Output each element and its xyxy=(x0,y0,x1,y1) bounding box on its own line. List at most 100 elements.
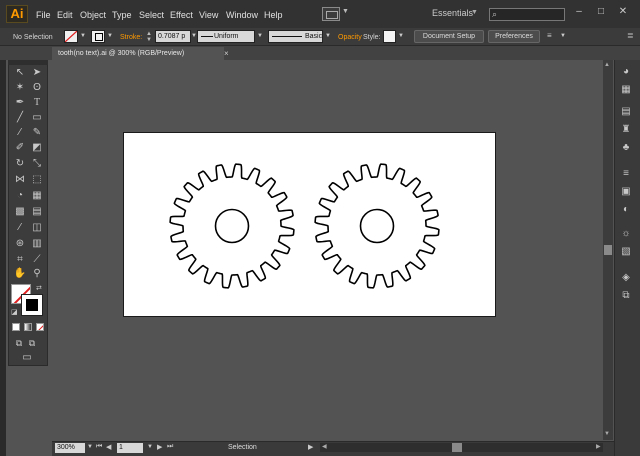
rectangle-tool-icon[interactable]: ▭ xyxy=(30,112,44,124)
opacity-label[interactable]: Opacity xyxy=(338,33,362,42)
artboard-tool-icon[interactable]: ⌗ xyxy=(13,254,27,266)
scroll-up-icon[interactable]: ▲ xyxy=(604,62,610,68)
minimize-button[interactable]: – xyxy=(572,6,586,18)
draw-normal-icon[interactable]: ⧉ xyxy=(12,337,26,349)
mesh-tool-icon[interactable]: ▩ xyxy=(13,206,27,218)
variable-width-profile-select[interactable]: Uniform xyxy=(197,30,255,43)
menu-object[interactable]: Object xyxy=(80,8,106,22)
brushes-panel-icon[interactable]: ♜ xyxy=(619,124,633,136)
workspace-switcher[interactable]: Essentials xyxy=(432,8,473,18)
last-artboard-icon[interactable]: ⏭ xyxy=(167,443,173,451)
scale-tool-icon[interactable]: ⤡ xyxy=(30,158,44,170)
hand-tool-icon[interactable]: ✋ xyxy=(13,268,27,280)
stroke-label[interactable]: Stroke: xyxy=(120,33,142,42)
column-graph-tool-icon[interactable]: ▥ xyxy=(30,238,44,250)
help-search-input[interactable] xyxy=(489,8,565,21)
color-panel-icon[interactable]: ◕ xyxy=(619,66,633,78)
arrange-documents-icon[interactable] xyxy=(322,7,340,21)
layers-panel-icon[interactable]: ◈ xyxy=(619,272,633,284)
stroke-weight-field[interactable]: 0.7087 p xyxy=(155,30,191,43)
chevron-down-icon[interactable]: ▼ xyxy=(325,33,331,39)
selection-tool-icon[interactable]: ↖ xyxy=(13,67,27,79)
symbols-panel-icon[interactable]: ♣ xyxy=(619,142,633,154)
blend-tool-icon[interactable]: ◫ xyxy=(30,222,44,234)
zoom-tool-icon[interactable]: ⚲ xyxy=(30,268,44,280)
fill-color-swatch[interactable] xyxy=(64,30,78,43)
menu-file[interactable]: File xyxy=(36,8,51,22)
previous-artboard-icon[interactable]: ◀ xyxy=(106,443,111,451)
appearance-panel-icon[interactable]: ☼ xyxy=(619,228,633,240)
maximize-button[interactable]: □ xyxy=(594,6,608,18)
scroll-down-icon[interactable]: ▼ xyxy=(604,431,610,437)
perspective-grid-tool-icon[interactable]: ▦ xyxy=(30,190,44,202)
status-menu-icon[interactable]: ▶ xyxy=(308,443,313,451)
type-tool-icon[interactable]: T xyxy=(30,97,44,109)
first-artboard-icon[interactable]: ⏮ xyxy=(96,443,102,451)
chevron-down-icon[interactable]: ▼ xyxy=(257,33,263,39)
chevron-down-icon[interactable]: ▼ xyxy=(560,33,566,39)
close-window-button[interactable]: ✕ xyxy=(616,6,630,18)
stroke-panel-icon[interactable]: ≡ xyxy=(619,168,633,180)
swatches-panel-icon[interactable]: ▤ xyxy=(619,106,633,118)
preferences-button[interactable]: Preferences xyxy=(488,30,540,43)
none-mode-icon[interactable] xyxy=(36,323,44,331)
chevron-down-icon[interactable]: ▼ xyxy=(80,33,86,39)
pen-tool-icon[interactable]: ✒ xyxy=(13,97,27,109)
eyedropper-tool-icon[interactable]: ⁄ xyxy=(13,222,27,234)
color-guide-icon[interactable]: ▦ xyxy=(619,84,633,96)
pencil-tool-icon[interactable]: ✎ xyxy=(30,127,44,139)
vertical-scroll-thumb[interactable] xyxy=(604,245,612,255)
stroke-stepper-icon[interactable]: ▲ ▼ xyxy=(146,31,154,43)
scroll-left-icon[interactable]: ◀ xyxy=(322,443,327,450)
next-artboard-icon[interactable]: ▶ xyxy=(157,443,162,451)
chevron-down-icon[interactable]: ▼ xyxy=(147,444,153,450)
horizontal-scroll-thumb[interactable] xyxy=(452,443,462,452)
screen-mode-icon[interactable]: ▭ xyxy=(20,352,34,364)
blob-brush-tool-icon[interactable]: ✐ xyxy=(13,142,27,154)
artboards-panel-icon[interactable]: ⧉ xyxy=(619,290,633,302)
menu-edit[interactable]: Edit xyxy=(57,8,73,22)
menu-select[interactable]: Select xyxy=(139,8,164,22)
color-mode-icon[interactable] xyxy=(12,323,20,331)
shape-builder-tool-icon[interactable]: ◔ xyxy=(13,190,27,202)
graphic-styles-panel-icon[interactable]: ▧ xyxy=(619,246,633,258)
panel-menu-icon[interactable]: ≣ xyxy=(627,31,634,40)
chevron-down-icon[interactable]: ▼ xyxy=(107,33,113,39)
artboard-number-field[interactable]: 1 xyxy=(117,443,143,453)
transparency-panel-icon[interactable]: ◐ xyxy=(619,204,633,216)
default-colors-icon[interactable]: ◪ xyxy=(11,308,18,316)
stroke-color-swatch[interactable] xyxy=(91,30,105,43)
line-segment-tool-icon[interactable]: ╱ xyxy=(13,112,27,124)
draw-behind-icon[interactable]: ⧉ xyxy=(25,337,39,349)
current-tool-status[interactable]: Selection xyxy=(228,444,257,451)
symbol-sprayer-tool-icon[interactable]: ⊛ xyxy=(13,238,27,250)
eraser-tool-icon[interactable]: ◩ xyxy=(30,142,44,154)
menu-effect[interactable]: Effect xyxy=(170,8,193,22)
chevron-down-icon[interactable]: ▼ xyxy=(342,8,349,15)
document-setup-button[interactable]: Document Setup xyxy=(414,30,484,43)
paintbrush-tool-icon[interactable]: ⁄ xyxy=(13,127,27,139)
scroll-right-icon[interactable]: ▶ xyxy=(596,443,601,450)
gradient-mode-icon[interactable] xyxy=(24,323,32,331)
tools-panel-grip[interactable] xyxy=(8,60,48,65)
chevron-down-icon[interactable]: ▼ xyxy=(471,9,478,16)
rotate-tool-icon[interactable]: ↻ xyxy=(13,158,27,170)
menu-help[interactable]: Help xyxy=(264,8,283,22)
direct-selection-tool-icon[interactable]: ➤ xyxy=(30,67,44,79)
brush-definition-select[interactable]: Basic xyxy=(268,30,323,43)
chevron-down-icon[interactable]: ▼ xyxy=(87,444,93,450)
gradient-panel-icon[interactable]: ▣ xyxy=(619,186,633,198)
magic-wand-tool-icon[interactable]: ✶ xyxy=(13,82,27,94)
lasso-tool-icon[interactable]: ʘ xyxy=(30,82,44,94)
arrange-icon[interactable]: ≡ xyxy=(547,31,559,42)
menu-type[interactable]: Type xyxy=(112,8,132,22)
close-tab-icon[interactable]: × xyxy=(224,47,229,60)
swap-colors-icon[interactable]: ⇄ xyxy=(36,284,42,292)
menu-view[interactable]: View xyxy=(199,8,218,22)
gradient-tool-icon[interactable]: ▤ xyxy=(30,206,44,218)
menu-window[interactable]: Window xyxy=(226,8,258,22)
zoom-level-field[interactable]: 300% xyxy=(55,443,85,453)
gear-artwork[interactable] xyxy=(123,132,496,317)
document-tab[interactable]: tooth(no text).ai @ 300% (RGB/Preview) xyxy=(52,47,224,60)
free-transform-tool-icon[interactable]: ⬚ xyxy=(30,174,44,186)
